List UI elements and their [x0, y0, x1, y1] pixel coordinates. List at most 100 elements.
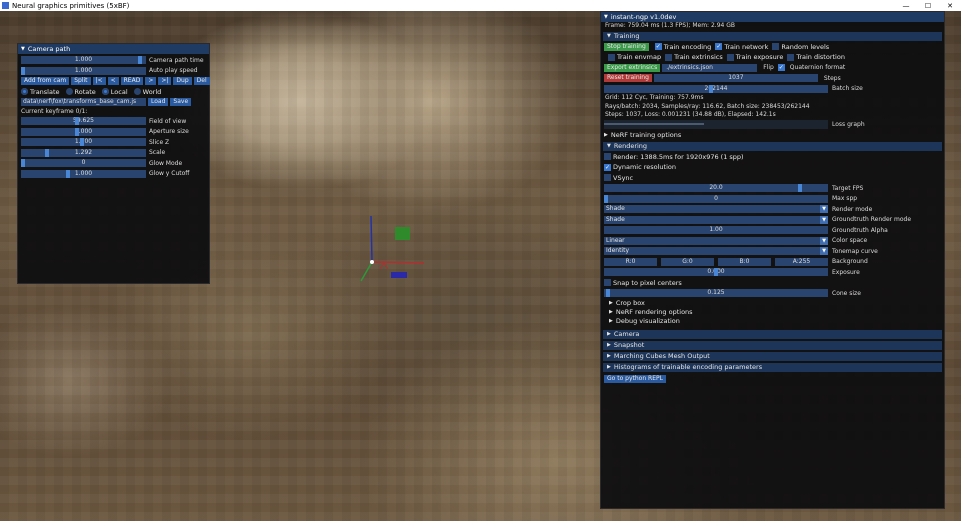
gizmo-mode-radio[interactable]: [21, 88, 28, 96]
slider-grab[interactable]: [21, 159, 25, 168]
training-checkbox[interactable]: ✓: [654, 43, 662, 51]
slider-grab[interactable]: [604, 194, 608, 203]
save-button[interactable]: Save: [170, 98, 192, 107]
camera-path-header[interactable]: ▼ Camera path: [18, 44, 209, 54]
export-path-input[interactable]: ./extrinsics.json: [662, 63, 758, 72]
background-g-field[interactable]: G:0: [661, 257, 714, 266]
first-keyframe-button[interactable]: |<: [92, 77, 106, 86]
slider-grab[interactable]: [709, 84, 713, 93]
gizmo-mode-radio[interactable]: [133, 88, 141, 96]
prev-keyframe-button[interactable]: <: [107, 77, 119, 86]
exposure-slider[interactable]: 0.000: [604, 268, 828, 277]
slider-grab[interactable]: [45, 148, 49, 157]
training-checkbox[interactable]: [608, 53, 615, 61]
minimize-button[interactable]: —: [895, 2, 917, 10]
duplicate-button[interactable]: Dup: [173, 77, 192, 86]
load-button[interactable]: Load: [148, 98, 169, 107]
stop-training-button[interactable]: Stop training: [604, 42, 649, 51]
split-button[interactable]: Split: [71, 77, 91, 86]
rendering-subsection[interactable]: ▶ Debug visualization: [601, 317, 944, 326]
gizmo-z-axis[interactable]: [370, 215, 373, 263]
chevron-down-icon[interactable]: ▼: [820, 215, 828, 224]
chevron-down-icon[interactable]: ▼: [820, 236, 828, 245]
camera-param-slider[interactable]: 1.000: [21, 127, 146, 136]
camera-param-slider[interactable]: 1.000: [21, 169, 146, 178]
collapse-icon[interactable]: ▼: [21, 46, 25, 52]
camera-param-slider[interactable]: 0: [21, 159, 146, 168]
expand-icon[interactable]: ▶: [607, 331, 611, 337]
training-section[interactable]: ▼ Training: [603, 31, 942, 41]
collapse-icon[interactable]: ▼: [607, 33, 611, 39]
camera-time-slider[interactable]: 1.000: [21, 56, 146, 65]
nerf-training-options[interactable]: ▶ NeRF training options: [601, 130, 944, 141]
slider-grab[interactable]: [80, 138, 84, 147]
reset-training-button[interactable]: Reset training: [604, 74, 652, 83]
background-r-field[interactable]: R:0: [604, 257, 657, 266]
expand-icon[interactable]: ▶: [609, 300, 613, 306]
slider-grab[interactable]: [714, 268, 718, 277]
camera-time-slider[interactable]: 1.000: [21, 66, 146, 75]
cone-size-slider[interactable]: 0.125: [604, 289, 828, 298]
gizmo-blue-box[interactable]: [391, 272, 407, 278]
last-keyframe-button[interactable]: >|: [158, 77, 172, 86]
chevron-down-icon[interactable]: ▼: [820, 205, 828, 214]
training-checkbox[interactable]: [726, 53, 734, 61]
batch-size-slider[interactable]: 262144: [604, 84, 828, 93]
delete-button[interactable]: Del: [193, 77, 210, 86]
gizmo-y-axis[interactable]: [360, 261, 373, 282]
expand-icon[interactable]: ▶: [609, 318, 613, 324]
expand-icon[interactable]: ▶: [607, 342, 611, 348]
gt-alpha-slider[interactable]: 1.00: [604, 226, 828, 235]
slider-grab[interactable]: [138, 56, 142, 65]
gizmo-mode-radio[interactable]: [65, 88, 73, 96]
slider-grab[interactable]: [606, 289, 610, 298]
camera-path-window[interactable]: ▼ Camera path 1.000 Camera path time 1.000 A…: [17, 43, 210, 284]
camera-param-slider[interactable]: 59.625: [21, 117, 146, 126]
steps-field[interactable]: 1037: [653, 74, 818, 83]
collapse-icon[interactable]: ▼: [604, 14, 608, 20]
camera-param-slider[interactable]: 1.292: [21, 148, 146, 157]
slider-grab[interactable]: [75, 127, 79, 136]
rendering-subsection[interactable]: ▶ Crop box: [601, 299, 944, 308]
camera-param-slider[interactable]: 1.000: [21, 138, 146, 147]
add-from-cam-button[interactable]: Add from cam: [21, 77, 70, 86]
max-spp-slider[interactable]: 0: [604, 194, 828, 203]
ngp-header[interactable]: ▼ instant-ngp v1.0dev: [601, 12, 944, 22]
render-checkbox[interactable]: [604, 153, 611, 161]
collapsed-section[interactable]: ▶ Camera: [603, 329, 942, 339]
expand-icon[interactable]: ▶: [607, 364, 611, 370]
slider-grab[interactable]: [798, 184, 802, 193]
tonemap-select[interactable]: Identity ▼: [604, 247, 828, 256]
training-checkbox[interactable]: [787, 53, 795, 61]
rendering-section[interactable]: ▼ Rendering: [603, 141, 942, 151]
expand-icon[interactable]: ▶: [609, 309, 613, 315]
chevron-down-icon[interactable]: ▼: [820, 247, 828, 256]
gt-render-mode-select[interactable]: Shade ▼: [604, 215, 828, 224]
next-keyframe-button[interactable]: >: [145, 77, 157, 86]
maximize-button[interactable]: ☐: [917, 2, 939, 10]
slider-grab[interactable]: [21, 66, 25, 75]
target-fps-slider[interactable]: 20.0: [604, 184, 828, 193]
python-repl-button[interactable]: Go to python REPL: [604, 374, 666, 383]
slider-grab[interactable]: [75, 117, 79, 126]
gizmo-green-box[interactable]: [395, 227, 410, 240]
training-checkbox[interactable]: [772, 43, 780, 51]
background-b-field[interactable]: B:0: [718, 257, 771, 266]
camera-path-input[interactable]: data\nerf\fox\transforms_base_cam.js: [21, 98, 146, 107]
gizmo-x-axis[interactable]: [371, 261, 425, 264]
export-extrinsics-button[interactable]: Export extrinsics: [604, 63, 661, 72]
slider-grab[interactable]: [66, 169, 70, 178]
collapsed-section[interactable]: ▶ Snapshot: [603, 340, 942, 350]
snap-pixel-checkbox[interactable]: [604, 279, 611, 287]
gizmo-rotate-handle[interactable]: [379, 262, 389, 270]
vsync-checkbox[interactable]: [604, 174, 611, 182]
collapsed-section[interactable]: ▶ Marching Cubes Mesh Output: [603, 351, 942, 361]
training-checkbox[interactable]: ✓: [715, 43, 723, 51]
gizmo-center[interactable]: [370, 260, 374, 264]
expand-icon[interactable]: ▶: [607, 353, 611, 359]
dynamic-resolution-checkbox[interactable]: ✓: [604, 163, 611, 171]
render-mode-select[interactable]: Shade ▼: [604, 205, 828, 214]
read-button[interactable]: READ: [120, 77, 144, 86]
collapse-icon[interactable]: ▼: [607, 143, 611, 149]
gizmo-mode-radio[interactable]: [101, 88, 109, 96]
